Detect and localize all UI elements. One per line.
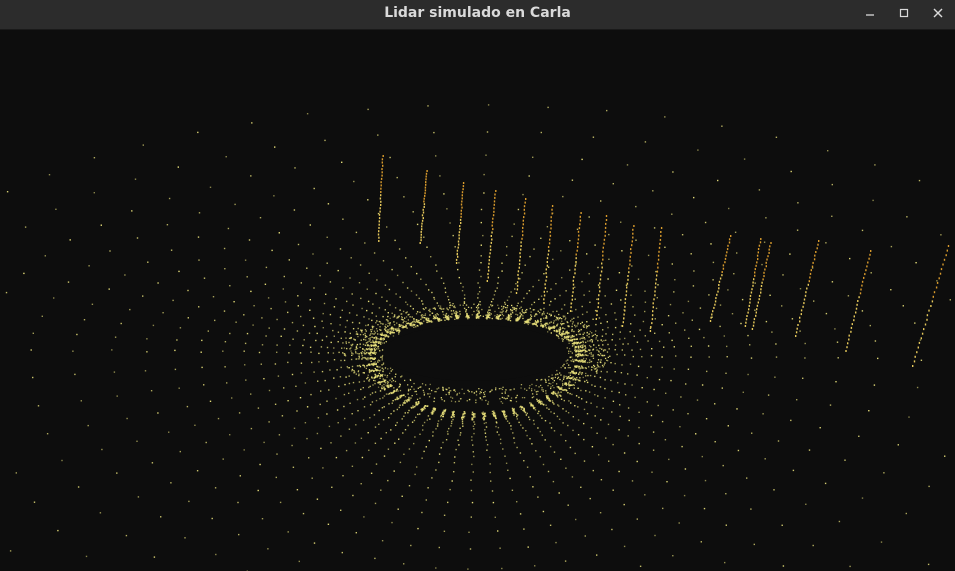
lidar-viewport[interactable] <box>0 30 955 571</box>
lidar-point-cloud <box>5 104 951 571</box>
window-title: Lidar simulado en Carla <box>384 5 571 21</box>
close-button[interactable] <box>921 0 955 26</box>
maximize-icon <box>899 8 909 18</box>
vehicle-blind-spot <box>383 325 567 381</box>
title-bar[interactable]: Lidar simulado en Carla <box>0 0 955 30</box>
minimize-icon <box>866 14 874 16</box>
app-window: Lidar simulado en Carla <box>0 0 955 571</box>
close-icon <box>933 8 943 18</box>
maximize-button[interactable] <box>887 0 921 26</box>
minimize-button[interactable] <box>853 0 887 26</box>
window-controls <box>853 0 955 30</box>
